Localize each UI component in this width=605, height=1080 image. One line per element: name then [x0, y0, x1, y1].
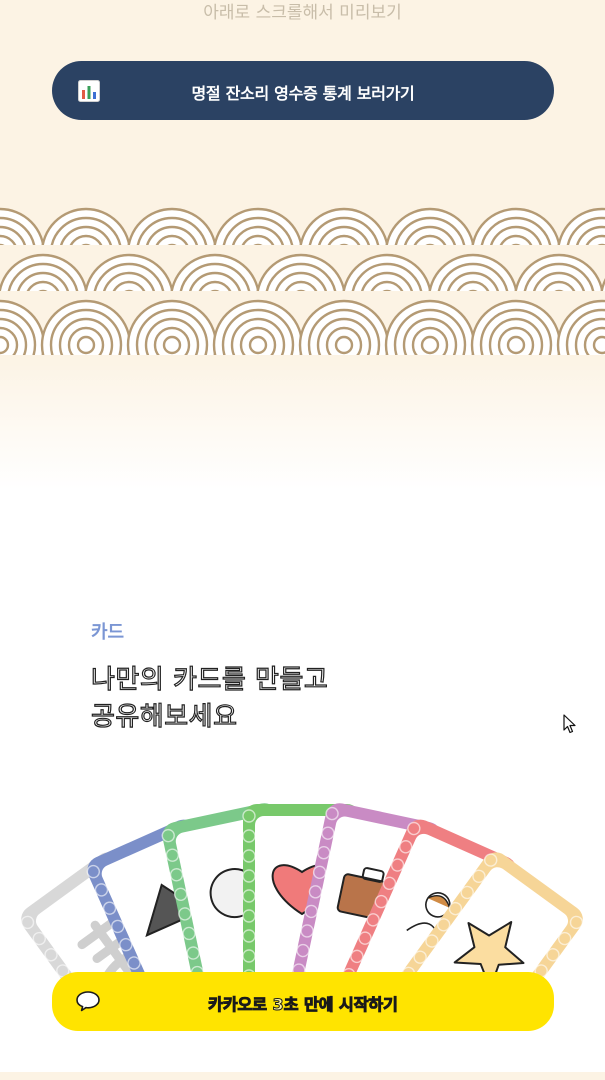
stats-button-label: 명절 잔소리 영수증 통계 보러가기 [191, 84, 415, 103]
wave-scale [212, 299, 304, 355]
wave-scale [384, 299, 476, 355]
section-headline: 나만의 카드를 만들고 공유해보세요 [90, 662, 329, 736]
card-fan [20, 803, 584, 990]
mouse-cursor-icon [563, 714, 576, 734]
wave-pattern [0, 207, 605, 355]
scroll-hint: 아래로 스크롤해서 미리보기 [203, 3, 402, 23]
hero-section: 아래로 스크롤해서 미리보기 명절 잔소리 영수증 통계 보러가기 [0, 0, 605, 490]
stats-button[interactable]: 명절 잔소리 영수증 통계 보러가기 [52, 61, 554, 120]
headline-line-1: 나만의 카드를 만들고 [90, 664, 329, 695]
wave-scale [298, 299, 390, 355]
section-eyebrow: 카드 [91, 622, 125, 643]
wave-scale [470, 299, 562, 355]
wave-scale [40, 299, 132, 355]
wave-scale [126, 299, 218, 355]
wave-scale [556, 299, 605, 355]
bottom-strip [0, 1072, 605, 1080]
wave-scale [0, 299, 46, 355]
wave-row [0, 299, 605, 355]
headline-line-2: 공유해보세요 [90, 701, 238, 732]
kakao-start-button[interactable]: 카카오로 3초 만에 시작하기 [52, 972, 554, 1031]
kakao-start-label: 카카오로 3초 만에 시작하기 [208, 995, 399, 1015]
